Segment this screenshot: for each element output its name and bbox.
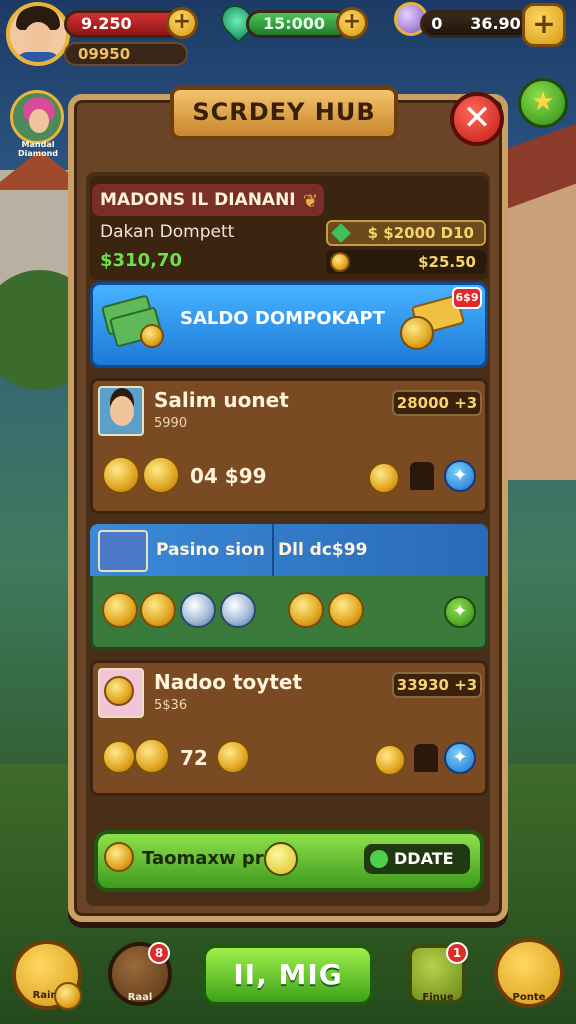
nav-world-label: Ponte (512, 992, 546, 1003)
map-badge: 1 (446, 942, 468, 964)
wallet-balance-pill: $ $2000 D10 (326, 220, 486, 246)
close-button[interactable]: ✕ (450, 92, 504, 146)
coins-right: 36.90 (470, 14, 521, 33)
coin-icon (140, 592, 176, 628)
sub-balance: 09950 (64, 42, 188, 66)
update-button[interactable]: DDATE (364, 844, 470, 874)
offer-price: Dll dc$99 (278, 540, 368, 560)
gems-bar: 15:000 (246, 10, 350, 38)
background-house-right (496, 180, 576, 480)
coins-left: 0 (431, 14, 443, 33)
coin-icon (134, 738, 170, 774)
wallet-label: Dakan Dompett (100, 222, 235, 242)
leaf-icon: ❦ (302, 191, 318, 212)
coins-bar: 0 36.90 (420, 10, 532, 38)
treasure-chest-icon (98, 530, 148, 572)
offer-subtitle: 5$36 (154, 698, 188, 713)
coin-icon (104, 842, 134, 872)
lemon-icon (264, 842, 298, 876)
friend-avatar[interactable] (10, 90, 64, 144)
player-avatar[interactable] (6, 2, 70, 66)
coin-icon (102, 740, 136, 774)
gift-badge: 8 (148, 942, 170, 964)
wallet-balance: $ $2000 D10 (367, 224, 474, 242)
coin-icon (368, 462, 400, 494)
friend-name: Mandal Diamond (17, 140, 59, 158)
coin-icon (330, 252, 350, 272)
star-icon[interactable]: ★ (518, 78, 568, 128)
account-name: MADONS IL DIANANI (100, 190, 296, 210)
coin-icon (216, 740, 250, 774)
panel-title: SCRDEY HUB (170, 86, 398, 140)
gem-icon (331, 223, 351, 243)
action-icon[interactable]: ✦ (444, 460, 476, 492)
coin-icon (374, 744, 406, 776)
offer-amount: 72 (180, 746, 208, 770)
coin-icon (140, 324, 164, 348)
saldo-badge: 6$9 (452, 287, 482, 309)
update-dot-icon (370, 850, 388, 868)
add-cash-button[interactable]: + (166, 7, 198, 39)
nav-gift-label: Raal (127, 992, 153, 1003)
offer-price: 33930 +3 (392, 672, 482, 698)
play-button[interactable]: II, MIG (202, 944, 374, 1006)
coin-icon (288, 592, 324, 628)
coin-icon (400, 316, 434, 350)
add-coins-button[interactable]: + (522, 3, 566, 47)
action-icon[interactable]: ✦ (444, 742, 476, 774)
update-label: DDATE (394, 849, 454, 868)
offer-price: 28000 +3 (392, 390, 482, 416)
offer-subtitle: 5990 (154, 416, 188, 431)
saldo-banner-label: SALDO DOMPOKAPT (180, 308, 385, 329)
nav-shop-label: Rair (32, 990, 56, 1001)
silver-coin-icon (220, 592, 256, 628)
shirt-icon (414, 744, 438, 772)
nav-map-label: Finue (422, 992, 454, 1003)
offer-title: Nadoo toytet (154, 670, 303, 694)
offer-amount: 04 $99 (190, 464, 267, 488)
coin-icon (142, 456, 180, 494)
coin-icon (104, 676, 134, 706)
shirt-icon (410, 462, 434, 490)
coin-icon (102, 456, 140, 494)
avatar (98, 386, 144, 436)
wallet-green-amount: $310,70 (100, 250, 182, 271)
action-icon[interactable]: ✦ (444, 596, 476, 628)
silver-coin-icon (180, 592, 216, 628)
add-gems-button[interactable]: + (336, 7, 368, 39)
wallet-coin-pill: $25.50 (326, 250, 486, 274)
account-name-tag: MADONS IL DIANANI ❦ (92, 184, 324, 216)
coin-icon (328, 592, 364, 628)
avatar-face (24, 22, 52, 54)
wallet-coin-amount: $25.50 (418, 253, 476, 271)
coin-icon (102, 592, 138, 628)
divider (272, 524, 274, 576)
offer-title: Salim uonet (154, 388, 289, 412)
offer-title: Pasino sion (156, 540, 265, 560)
